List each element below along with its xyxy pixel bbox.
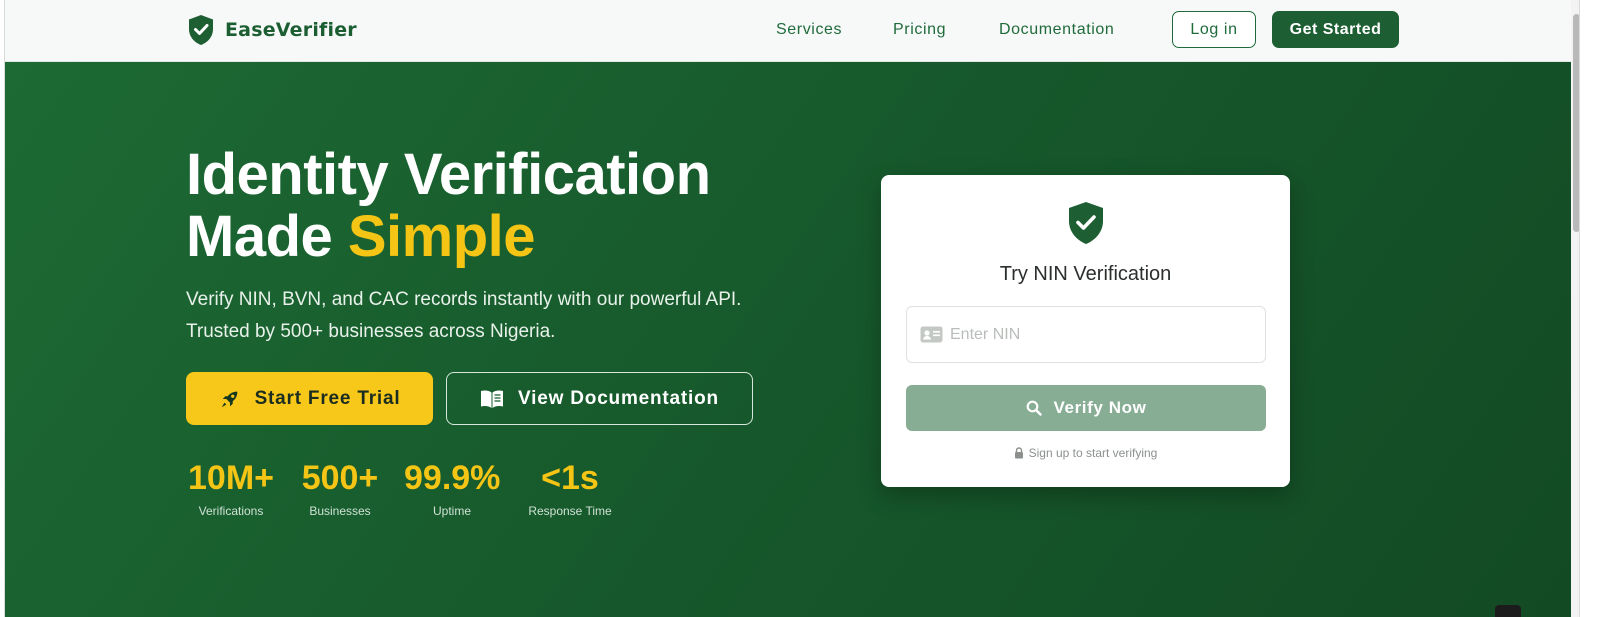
nav-link-documentation[interactable]: Documentation (999, 21, 1114, 39)
shield-check-icon (1069, 202, 1103, 244)
hero-section: Identity Verification Made Simple Verify… (5, 62, 1571, 617)
stat-label: Businesses (309, 504, 371, 518)
hero-title-accent: Simple (347, 204, 536, 269)
stat-label: Response Time (528, 504, 612, 518)
brand-name: EaseVerifier (225, 19, 357, 41)
top-navbar: EaseVerifier Services Pricing Documentat… (5, 0, 1579, 62)
rocket-icon (221, 391, 237, 407)
nin-input-wrapper (906, 306, 1266, 363)
stat-value: 10M+ (188, 459, 274, 497)
corner-widget (1495, 605, 1521, 617)
view-documentation-label: View Documentation (518, 387, 719, 409)
stat-verifications: 10M+ Verifications (186, 458, 276, 518)
nav-link-services[interactable]: Services (776, 21, 842, 39)
signup-note-text: Sign up to start verifying (1028, 446, 1158, 460)
view-documentation-button[interactable]: View Documentation (446, 372, 753, 425)
signup-note: Sign up to start verifying (881, 446, 1290, 460)
stat-label: Verifications (198, 504, 264, 518)
stat-uptime: 99.9% Uptime (404, 458, 500, 518)
stat-response-time: <1s Response Time (522, 458, 618, 518)
id-card-icon (920, 326, 943, 343)
book-icon (481, 390, 504, 408)
login-button[interactable]: Log in (1172, 11, 1256, 48)
lock-icon (1014, 447, 1023, 459)
hero-title: Identity Verification Made Simple (186, 144, 711, 268)
hero-title-line2: Made (186, 204, 348, 269)
shield-check-icon (189, 15, 213, 45)
verify-now-label: Verify Now (1053, 398, 1147, 417)
stat-businesses: 500+ Businesses (300, 458, 380, 518)
start-free-trial-label: Start Free Trial (254, 387, 401, 409)
nav-link-pricing[interactable]: Pricing (893, 21, 946, 39)
stat-label: Uptime (432, 504, 471, 518)
card-title: Try NIN Verification (999, 263, 1172, 285)
nin-input[interactable] (950, 307, 1250, 362)
hero-title-line1: Identity Verification (186, 142, 711, 207)
hero-subtitle: Verify NIN, BVN, and CAC records instant… (186, 289, 742, 342)
get-started-button[interactable]: Get Started (1272, 11, 1399, 48)
brand-logo[interactable]: EaseVerifier (187, 14, 357, 46)
nin-verification-card: Try NIN Verification Verify Now (881, 175, 1290, 487)
page: EaseVerifier Services Pricing Documentat… (4, 0, 1580, 617)
start-free-trial-button[interactable]: Start Free Trial (186, 372, 433, 425)
scrollbar-thumb[interactable] (1573, 14, 1579, 232)
stat-value: 99.9% (404, 459, 501, 497)
verify-now-button[interactable]: Verify Now (906, 385, 1266, 431)
search-icon (1026, 400, 1042, 416)
page-scrollbar[interactable] (1571, 0, 1579, 617)
stat-value: 500+ (301, 459, 379, 497)
stat-value: <1s (541, 459, 599, 497)
